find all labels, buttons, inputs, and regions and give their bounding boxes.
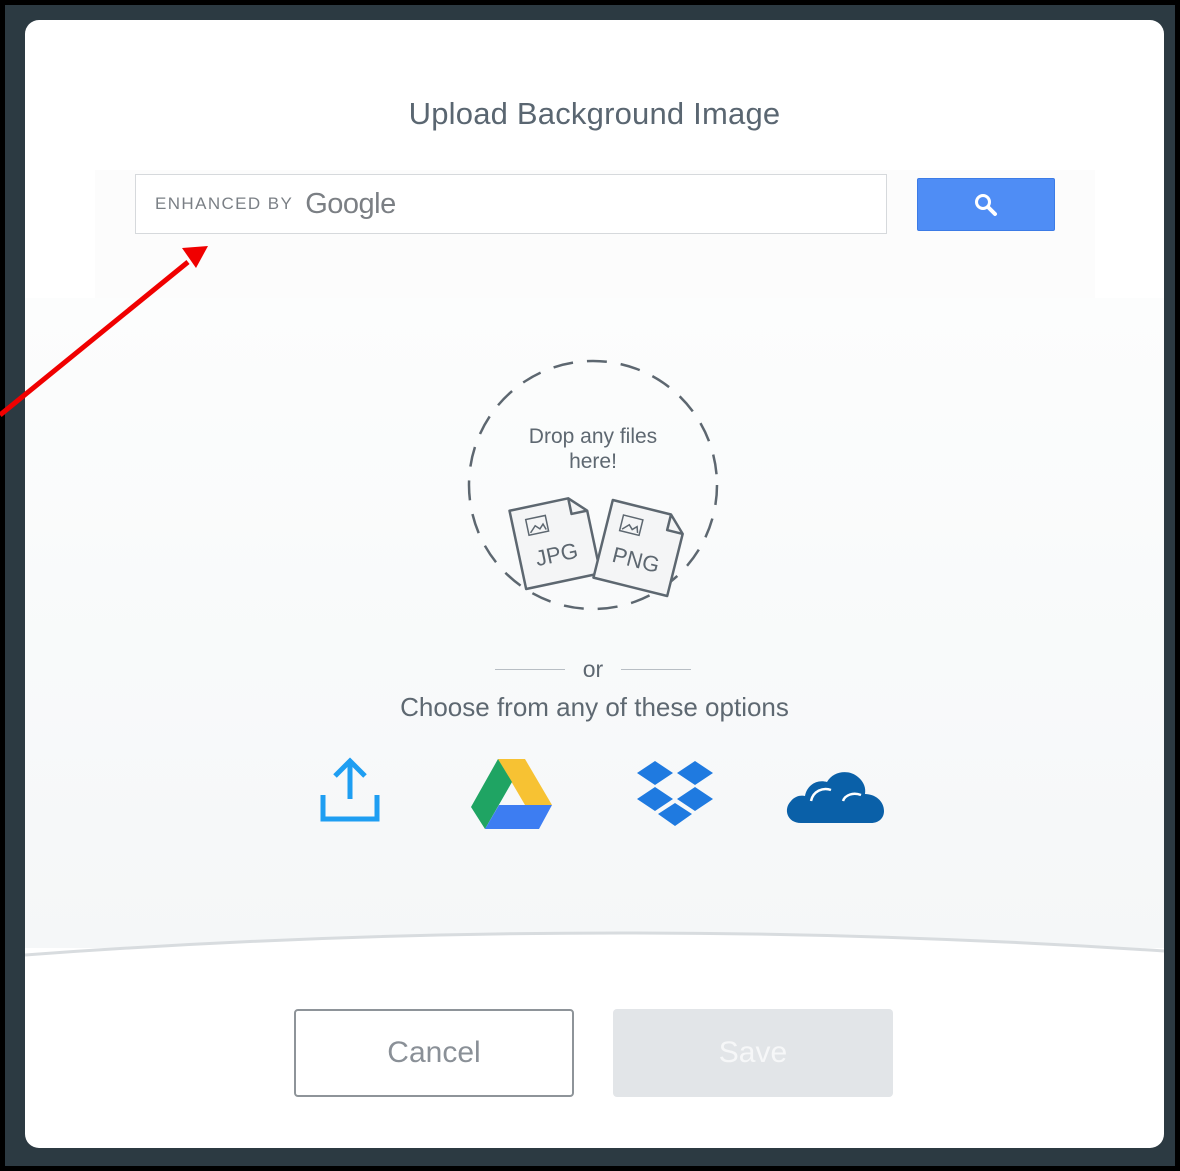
dialog-title: Upload Background Image	[408, 96, 781, 131]
or-label: or	[582, 655, 604, 682]
onedrive-option[interactable]	[783, 763, 887, 825]
source-options	[25, 755, 1164, 835]
section-separator	[25, 931, 1164, 975]
search-button[interactable]	[917, 178, 1055, 231]
or-divider: or	[493, 655, 693, 683]
enhanced-by-label: ENHANCED BY	[155, 194, 294, 213]
divider-line-left	[494, 668, 565, 670]
save-button[interactable]: Save	[613, 1009, 893, 1097]
google-brand-label: Google	[305, 187, 396, 220]
dropbox-option[interactable]	[635, 759, 715, 829]
upload-option[interactable]	[315, 755, 385, 825]
google-drive-icon	[471, 759, 552, 829]
png-file-icon: PNG	[592, 498, 684, 598]
search-input[interactable]: ENHANCED BY Google	[135, 174, 887, 234]
search-bar: ENHANCED BY Google	[95, 170, 1095, 298]
dropbox-icon	[637, 761, 713, 826]
options-heading: Choose from any of these options	[400, 692, 789, 722]
annotation-arrow	[0, 246, 208, 417]
jpg-file-icon: JPG	[508, 497, 602, 591]
upload-icon	[320, 757, 380, 822]
search-icon	[975, 193, 997, 216]
cancel-button[interactable]: Cancel	[294, 1009, 574, 1097]
file-dropzone[interactable]: Drop any files here! JPG PNG	[466, 358, 720, 612]
google-drive-option[interactable]	[471, 757, 553, 829]
upload-dialog: Upload Background Image ENHANCED BY Goog…	[25, 20, 1164, 1148]
onedrive-icon	[786, 772, 884, 823]
divider-line-right	[621, 668, 692, 670]
file-types-illustration: JPG PNG	[508, 497, 684, 598]
